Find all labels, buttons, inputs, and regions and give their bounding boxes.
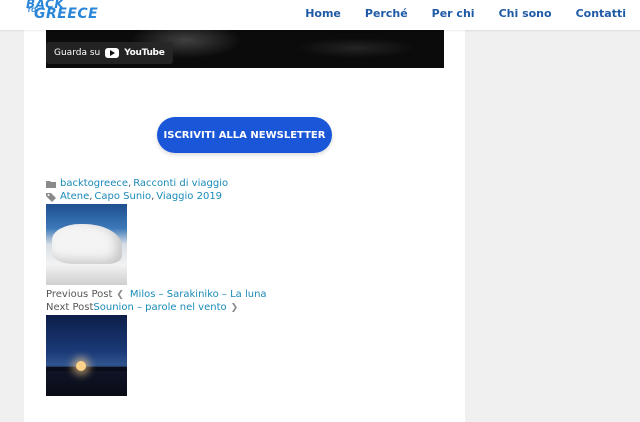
previous-post-thumbnail[interactable] <box>46 204 127 285</box>
youtube-brand-label: YouTube <box>124 48 165 58</box>
folder-icon <box>46 180 56 188</box>
video-reflection <box>296 38 416 58</box>
previous-post-link[interactable]: Milos – Sarakiniko – La luna <box>130 289 267 300</box>
youtube-play-icon <box>105 48 120 58</box>
tag-link[interactable]: Capo Sunio <box>94 191 151 202</box>
previous-post-nav: Previous Post ❮ Milos – Sarakiniko – La … <box>46 289 267 300</box>
post-categories: backtogreece, Racconti di viaggio <box>46 178 228 189</box>
tag-link[interactable]: Atene <box>60 191 89 202</box>
category-link[interactable]: Racconti di viaggio <box>133 178 228 189</box>
next-post-label: Next Post <box>46 302 94 313</box>
next-post-thumbnail[interactable] <box>46 315 127 396</box>
site-logo[interactable]: BACK TO GREECE <box>26 0 98 24</box>
site-header: BACK TO GREECE Home Perché Per chi Chi s… <box>0 0 640 30</box>
nav-home[interactable]: Home <box>305 7 341 20</box>
next-post-link[interactable]: Sounion – parole nel vento <box>93 302 226 313</box>
previous-post-label: Previous Post <box>46 289 113 300</box>
nav-chi-sono[interactable]: Chi sono <box>499 7 552 20</box>
logo-text-greece: GREECE <box>34 6 99 22</box>
tag-icon <box>46 192 56 202</box>
nav-per-chi[interactable]: Per chi <box>432 7 475 20</box>
watch-on-label: Guarda su <box>54 48 101 58</box>
nav-perche[interactable]: Perché <box>365 7 408 20</box>
post-tags: Atene, Capo Sunio, Viaggio 2019 <box>46 191 222 202</box>
category-link[interactable]: backtogreece <box>60 178 128 189</box>
watch-on-youtube-button[interactable]: Guarda su YouTube <box>46 42 173 64</box>
nav-contatti[interactable]: Contatti <box>576 7 626 20</box>
next-post-nav: Next Post Sounion – parole nel vento ❯ <box>46 302 244 313</box>
main-nav: Home Perché Per chi Chi sono Contatti <box>281 7 626 20</box>
tag-link[interactable]: Viaggio 2019 <box>156 191 222 202</box>
chevron-left-icon: ❮ <box>116 289 124 300</box>
chevron-right-icon: ❯ <box>230 302 239 313</box>
newsletter-signup-button[interactable]: ISCRIVITI ALLA NEWSLETTER <box>157 117 332 153</box>
